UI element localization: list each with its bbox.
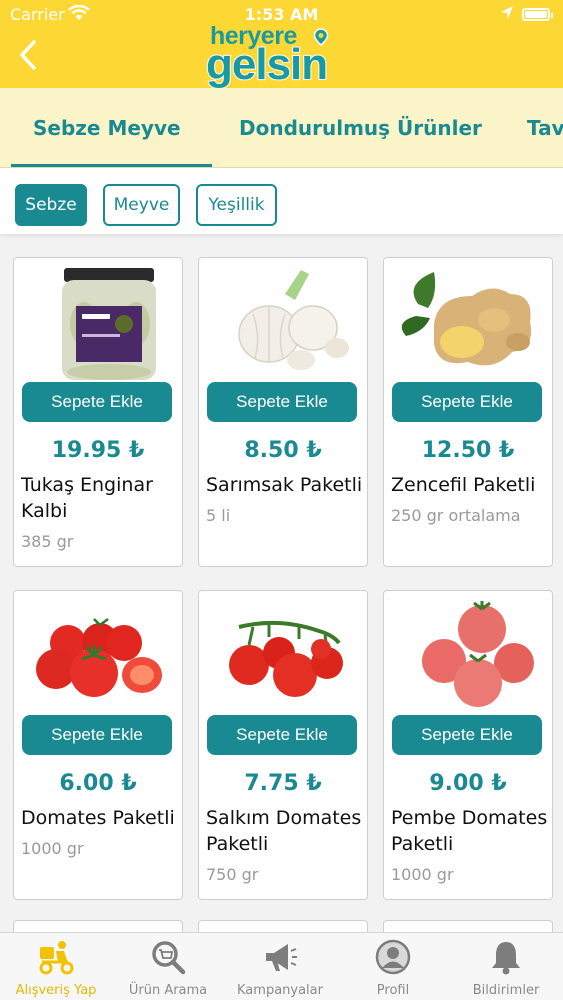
- product-name: Salkım Domates Paketli: [206, 807, 362, 855]
- product-card[interactable]: Sepete Ekle 7.75 ₺ Salkım Domates Paketl…: [198, 590, 368, 900]
- product-unit: 5 li: [206, 506, 231, 525]
- product-name: Tukaş Enginar Kalbi: [21, 474, 153, 522]
- app-logo: heryere gelsin: [205, 22, 358, 90]
- product-card[interactable]: Sepete Ekle 8.50 ₺ Sarımsak Paketli 5 li: [198, 257, 368, 567]
- add-to-cart-button[interactable]: Sepete Ekle: [207, 715, 357, 755]
- product-card[interactable]: Sepete Ekle 12.50 ₺ Zencefil Paketli 250…: [383, 257, 553, 567]
- back-button[interactable]: [14, 38, 44, 72]
- product-name: Sarımsak Paketli: [206, 474, 363, 496]
- location-arrow-icon: [500, 5, 514, 25]
- battery-level: [525, 11, 547, 18]
- nav-bildirimler[interactable]: Bildirimler: [450, 933, 562, 1000]
- product-unit: 1000 gr: [391, 865, 454, 884]
- artichoke-jar-image: [62, 268, 156, 380]
- tab-tav[interactable]: Tav: [527, 116, 563, 140]
- product-name: Domates Paketli: [21, 807, 175, 829]
- vine-tomatoes-image: [229, 620, 343, 697]
- add-to-cart-button[interactable]: Sepete Ekle: [207, 382, 357, 422]
- top-bar: Carrier 1:53 AM heryere gelsin: [0, 0, 563, 90]
- product-price: 12.50 ₺: [421, 438, 515, 463]
- pink-tomatoes-image: [422, 601, 534, 707]
- add-to-cart-button[interactable]: Sepete Ekle: [392, 715, 542, 755]
- megaphone-icon: [266, 944, 297, 971]
- search-cart-icon: [152, 941, 186, 975]
- product-card[interactable]: Sepete Ekle 6.00 ₺ Domates Paketli 1000 …: [13, 590, 183, 900]
- chip-meyve[interactable]: Meyve: [103, 184, 180, 226]
- bottom-navigation: Alışveriş Yap Ürün Arama Kampanyalar Pro…: [0, 932, 563, 1000]
- product-unit: 385 gr: [21, 532, 74, 551]
- category-tabs: Sebze Meyve Dondurulmuş Ürünler Tav: [0, 88, 563, 168]
- tomatoes-image: [36, 618, 162, 697]
- nav-label: Alışveriş Yap: [15, 983, 97, 998]
- add-to-cart-button[interactable]: Sepete Ekle: [22, 382, 172, 422]
- nav-label: Bildirimler: [472, 983, 540, 998]
- product-unit: 250 gr ortalama: [391, 506, 521, 525]
- chip-yesillik[interactable]: Yeşillik: [196, 184, 277, 226]
- ginger-image: [401, 272, 532, 366]
- chip-sebze[interactable]: Sebze: [15, 184, 87, 226]
- nav-kampanyalar[interactable]: Kampanyalar: [224, 933, 336, 1000]
- product-price: 6.00 ₺: [59, 771, 137, 796]
- nav-urun-arama[interactable]: Ürün Arama: [112, 933, 224, 1000]
- product-price: 7.75 ₺: [244, 771, 322, 796]
- product-unit: 1000 gr: [21, 839, 84, 858]
- product-price: 19.95 ₺: [51, 438, 145, 463]
- product-card[interactable]: Sepete Ekle 19.95 ₺ Tukaş Enginar Kalbi …: [13, 257, 183, 567]
- add-to-cart-button[interactable]: Sepete Ekle: [392, 382, 542, 422]
- tab-dondurulmus-urunler[interactable]: Dondurulmuş Ürünler: [239, 116, 482, 140]
- profile-icon: [375, 939, 411, 975]
- nav-profil[interactable]: Profil: [337, 933, 449, 1000]
- bell-icon: [492, 942, 520, 975]
- nav-label: Kampanyalar: [237, 983, 323, 998]
- product-card[interactable]: Sepete Ekle 9.00 ₺ Pembe Domates Paketli…: [383, 590, 553, 900]
- product-name: Pembe Domates Paketli: [391, 807, 548, 855]
- nav-alisveris-yap[interactable]: Alışveriş Yap: [0, 933, 112, 1000]
- product-price: 9.00 ₺: [429, 771, 507, 796]
- tab-sebze-meyve[interactable]: Sebze Meyve: [33, 116, 181, 140]
- product-name: Zencefil Paketli: [391, 474, 536, 496]
- add-to-cart-button[interactable]: Sepete Ekle: [22, 715, 172, 755]
- subcategory-bar: Sebze Meyve Yeşillik: [0, 168, 563, 234]
- logo-text-bottom: gelsin: [205, 39, 329, 90]
- garlic-image: [238, 270, 349, 370]
- product-unit: 750 gr: [206, 865, 259, 884]
- nav-label: Profil: [376, 983, 410, 998]
- product-price: 8.50 ₺: [244, 438, 322, 463]
- scooter-icon: [39, 941, 74, 975]
- nav-label: Ürün Arama: [128, 983, 208, 998]
- battery-icon: [522, 8, 553, 21]
